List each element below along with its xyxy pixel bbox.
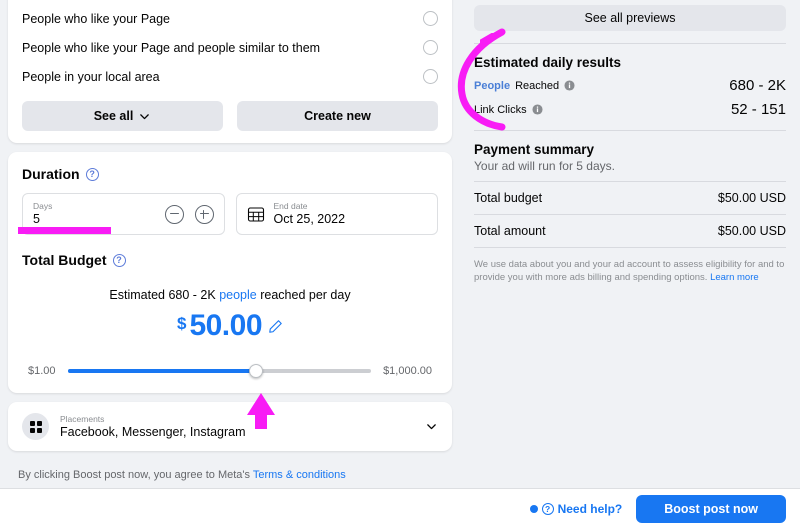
result-label: Reached xyxy=(515,79,560,92)
payment-row-value: $50.00 USD xyxy=(717,191,786,205)
payment-summary-subtitle: Your ad will run for 5 days. xyxy=(474,159,615,173)
duration-heading: Duration ? xyxy=(22,166,438,182)
need-help-group[interactable]: ? Need help? xyxy=(529,502,623,516)
budget-amount-row[interactable]: $ 50.00 xyxy=(22,309,438,343)
question-circle-icon: ? xyxy=(541,503,554,515)
left-column: People who like your Page People who lik… xyxy=(0,0,460,529)
people-link[interactable]: People xyxy=(474,80,510,92)
days-field[interactable]: Days 5 xyxy=(22,193,225,235)
days-value: 5 xyxy=(33,212,40,226)
total-budget-title: Total Budget xyxy=(22,252,107,268)
payment-row-label: Total budget xyxy=(474,191,543,205)
estimate-suffix: reached per day xyxy=(260,288,351,302)
end-date-caption: End date xyxy=(273,201,308,211)
end-date-field[interactable]: End date Oct 25, 2022 xyxy=(235,193,438,235)
radio-button[interactable] xyxy=(423,11,438,26)
days-stepper xyxy=(164,204,214,224)
end-date-value: Oct 25, 2022 xyxy=(273,212,346,226)
budget-slider-row: $1.00 $1,000.00 xyxy=(22,364,438,378)
create-new-button[interactable]: Create new xyxy=(237,101,438,131)
total-budget-heading: Total Budget ? xyxy=(22,252,438,268)
notification-dot-icon xyxy=(529,505,538,513)
minus-circle-icon[interactable] xyxy=(164,204,184,224)
question-circle-icon[interactable]: ? xyxy=(112,253,126,267)
result-label: Link Clicks xyxy=(474,103,527,116)
chevron-down-icon xyxy=(140,113,150,119)
duration-budget-card: Duration ? Days 5 End date Oct 25, 2022 … xyxy=(8,152,452,393)
slider-max-label: $1,000.00 xyxy=(383,365,432,377)
terms-text: By clicking Boost post now, you agree to… xyxy=(8,460,452,481)
audience-option-row[interactable]: People who like your Page and people sim… xyxy=(8,33,452,62)
divider xyxy=(474,247,786,248)
grid-icon xyxy=(22,413,49,440)
boost-post-screen: People who like your Page People who lik… xyxy=(0,0,800,529)
estimated-reach-line: Estimated 680 - 2K people reached per da… xyxy=(22,288,438,302)
terms-link[interactable]: Terms & conditions xyxy=(253,469,346,481)
days-field-text: Days 5 xyxy=(33,201,165,227)
audience-option-row[interactable]: People who like your Page xyxy=(8,4,452,33)
audience-card: People who like your Page People who lik… xyxy=(8,0,452,143)
payment-row: Total amount $50.00 USD xyxy=(474,215,786,247)
result-row-reached: People Reached 680 - 2K xyxy=(474,77,786,94)
payment-rows: Total budget $50.00 USD Total amount $50… xyxy=(474,181,786,248)
placements-caption: Placements xyxy=(60,413,105,424)
result-row-link-clicks: Link Clicks 52 - 151 xyxy=(474,101,786,118)
placements-value: Facebook, Messenger, Instagram xyxy=(60,424,246,439)
slider-knob[interactable] xyxy=(248,364,263,378)
duration-title: Duration xyxy=(22,166,80,182)
slider-fill xyxy=(67,369,256,373)
question-circle-icon[interactable]: ? xyxy=(85,167,99,181)
duration-fields: Days 5 End date Oct 25, 2022 xyxy=(22,193,438,235)
terms-prefix: By clicking Boost post now, you agree to… xyxy=(18,469,250,481)
audience-option-label: People in your local area xyxy=(22,69,160,84)
payment-row: Total budget $50.00 USD xyxy=(474,182,786,214)
slider-min-label: $1.00 xyxy=(28,365,56,377)
budget-amount: 50.00 xyxy=(189,309,263,342)
result-label-group: People Reached xyxy=(474,80,575,92)
billing-disclaimer: We use data about you and your ad accoun… xyxy=(474,258,786,284)
payment-row-label: Total amount xyxy=(474,224,546,238)
calendar-icon xyxy=(247,207,264,222)
radio-button[interactable] xyxy=(423,40,438,55)
see-all-label: See all xyxy=(93,109,134,123)
result-value: 52 - 151 xyxy=(730,101,786,118)
right-column: See all previews Estimated daily results… xyxy=(460,0,800,529)
days-caption: Days xyxy=(33,201,53,211)
create-new-label: Create new xyxy=(304,109,371,123)
footer-bar: ? Need help? Boost post now xyxy=(0,488,800,529)
result-value: 680 - 2K xyxy=(729,77,786,94)
payment-summary-title: Payment summary xyxy=(474,142,595,157)
see-all-previews-button[interactable]: See all previews xyxy=(474,5,786,31)
placements-card[interactable]: Placements Facebook, Messenger, Instagra… xyxy=(8,402,452,451)
audience-option-label: People who like your Page and people sim… xyxy=(22,40,321,55)
learn-more-link[interactable]: Learn more xyxy=(710,272,759,283)
result-label-group: Link Clicks xyxy=(474,104,543,116)
chevron-down-icon[interactable] xyxy=(425,420,438,433)
boost-post-now-button[interactable]: Boost post now xyxy=(636,495,786,523)
audience-option-label: People who like your Page xyxy=(22,11,171,26)
payment-row-value: $50.00 USD xyxy=(717,224,786,238)
plus-circle-icon[interactable] xyxy=(194,204,214,224)
estimated-daily-results-title: Estimated daily results xyxy=(474,55,622,70)
budget-slider-track[interactable] xyxy=(67,364,372,378)
info-icon[interactable] xyxy=(532,104,543,115)
audience-action-buttons: See all Create new xyxy=(8,91,452,133)
divider xyxy=(474,43,786,44)
info-icon[interactable] xyxy=(564,80,575,91)
need-help-label: Need help? xyxy=(557,502,623,516)
placements-text: Placements Facebook, Messenger, Instagra… xyxy=(60,414,425,440)
see-all-button[interactable]: See all xyxy=(22,101,223,131)
pencil-icon[interactable] xyxy=(268,319,283,334)
divider xyxy=(474,130,786,131)
currency-symbol: $ xyxy=(176,314,187,333)
people-link[interactable]: people xyxy=(219,288,257,302)
end-date-text: End date Oct 25, 2022 xyxy=(274,201,428,227)
audience-option-row[interactable]: People in your local area xyxy=(8,62,452,91)
radio-button[interactable] xyxy=(423,69,438,84)
estimate-prefix: Estimated 680 - 2K xyxy=(109,288,216,302)
